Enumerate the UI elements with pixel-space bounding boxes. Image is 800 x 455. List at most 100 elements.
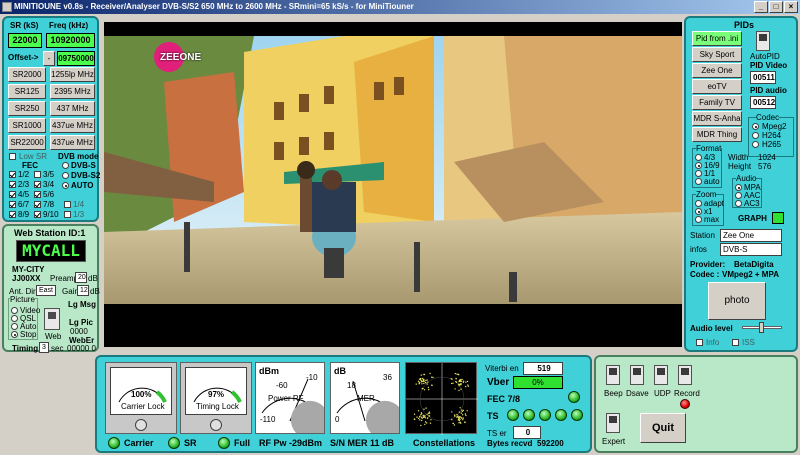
format-radio[interactable] [695,154,702,161]
pid-preset-button[interactable]: Sky Sport [692,47,742,62]
format-radio[interactable] [695,178,702,185]
pid-preset-button[interactable]: eoTV [692,79,742,94]
preset-sr-button[interactable]: SR22000 [8,135,46,150]
offset-input[interactable]: 09750000 [57,51,95,66]
info-checkbox[interactable] [696,339,703,346]
minimize-button[interactable]: _ [754,1,768,13]
constellation-point [458,385,460,387]
audio-level-thumb[interactable] [759,322,764,333]
picture-video-radio[interactable] [11,307,18,314]
udp-switch[interactable] [654,365,668,385]
preset-freq-button[interactable]: 437ue MHz [50,135,95,150]
full-status-label: Full [234,438,250,448]
preset-freq-button[interactable]: 2395 MHz [50,84,95,99]
fec-checkbox[interactable] [9,211,16,218]
fec-checkbox[interactable] [34,201,41,208]
iss-checkbox[interactable] [732,339,739,346]
pid-from-ini-button[interactable]: Pid from .ini [692,31,742,46]
constellation-point [455,377,457,380]
quit-button[interactable]: Quit [640,413,686,443]
constellation-point [451,411,453,413]
record-switch[interactable] [678,365,692,385]
audio-mpa-radio[interactable] [735,184,742,191]
station-name-field[interactable]: Zee One [720,229,782,242]
dvb-s-radio[interactable] [62,162,69,169]
preset-sr-button[interactable]: SR250 [8,101,46,116]
codec-h264-radio[interactable] [752,132,759,139]
fec-checkbox[interactable] [9,201,16,208]
dvb-auto-radio[interactable] [62,182,69,189]
constellation-point [466,380,469,383]
infos-field[interactable]: DVB-S [720,243,782,256]
carrier-lock-knob[interactable] [135,419,147,431]
format-radio[interactable] [695,170,702,177]
fec-checkbox[interactable] [34,171,41,178]
maximize-button[interactable]: □ [769,1,783,13]
preset-freq-button[interactable]: 1255lp MHz [50,67,95,82]
picture-auto-radio[interactable] [11,323,18,330]
preset-freq-button[interactable]: 437 MHz [50,101,95,116]
sr-input[interactable]: 22000 [8,33,42,48]
photo-button[interactable]: photo [708,282,766,320]
fec-checkbox[interactable] [34,191,41,198]
timing-lock-knob[interactable] [210,419,222,431]
graph-toggle[interactable] [772,212,784,224]
audio-level-slider[interactable] [742,322,782,333]
zoom-radio[interactable] [695,208,702,215]
zoom-radio[interactable] [695,200,702,207]
codec-mpeg2-radio[interactable] [752,123,759,130]
pid-audio-input[interactable]: 00512 [750,96,776,109]
fec-checkbox[interactable] [34,181,41,188]
provider-label: Provider: [690,260,726,269]
preset-sr-button[interactable]: SR125 [8,84,46,99]
preset-sr-button[interactable]: SR2000 [8,67,46,82]
pid-preset-button[interactable]: Zee One [692,63,742,78]
constellation-point [459,407,461,409]
control-panel: Beep Dsave UDP Record Expert Quit [594,355,798,453]
constellation-point [426,413,428,415]
zoom-radio[interactable] [695,216,702,223]
fec-checkbox[interactable] [34,211,41,218]
audio-ac3-radio[interactable] [735,200,742,207]
pid-preset-button[interactable]: MDR Thing [692,127,742,142]
fec-s2-checkbox[interactable] [64,211,71,218]
freq-input[interactable]: 10920000 [46,33,95,48]
low-sr-checkbox[interactable] [9,153,16,160]
constellation-point [424,417,427,419]
web-toggle-switch[interactable] [44,308,60,330]
offset-sign-button[interactable]: - [43,51,55,66]
fec-checkbox[interactable] [9,181,16,188]
constellation-point [416,416,418,418]
pid-preset-button[interactable]: MDR S-Anha [692,111,742,126]
autopid-switch[interactable] [756,31,770,51]
audio-ac3-label: AC3 [744,199,760,208]
dvb-s2-radio[interactable] [62,172,69,179]
picture-stop-radio[interactable] [11,331,18,338]
pid-preset-button[interactable]: Family TV [692,95,742,110]
preset-freq-button[interactable]: 437ue MHz [50,118,95,133]
constellation-point [460,383,462,385]
format-radio[interactable] [695,162,702,169]
preamp-input[interactable]: 20 [75,272,87,283]
close-button[interactable]: × [784,1,798,13]
audio-aac-radio[interactable] [735,192,742,199]
ant-dir-input[interactable]: East [36,285,56,296]
fec-s2-checkbox[interactable] [64,201,71,208]
constellation-point [457,419,459,421]
audio-level-label: Audio level [690,324,733,333]
beep-switch[interactable] [606,365,620,385]
gain-input[interactable]: 12 [77,285,89,296]
timing-lock-face: 97% Timing Lock [185,367,247,415]
expert-switch[interactable] [606,413,620,433]
picture-qsl-radio[interactable] [11,315,18,322]
dsave-switch[interactable] [630,365,644,385]
fec-checkbox[interactable] [9,191,16,198]
fec-checkbox[interactable] [9,171,16,178]
provider-value: BetaDigita [734,260,774,269]
codec-h265-radio[interactable] [752,141,759,148]
timing-input[interactable]: 3 [39,342,49,353]
constellation-point [460,417,462,419]
preset-sr-button[interactable]: SR1000 [8,118,46,133]
video-display[interactable]: ZEEONE [104,22,682,347]
pid-video-input[interactable]: 00511 [750,71,776,84]
